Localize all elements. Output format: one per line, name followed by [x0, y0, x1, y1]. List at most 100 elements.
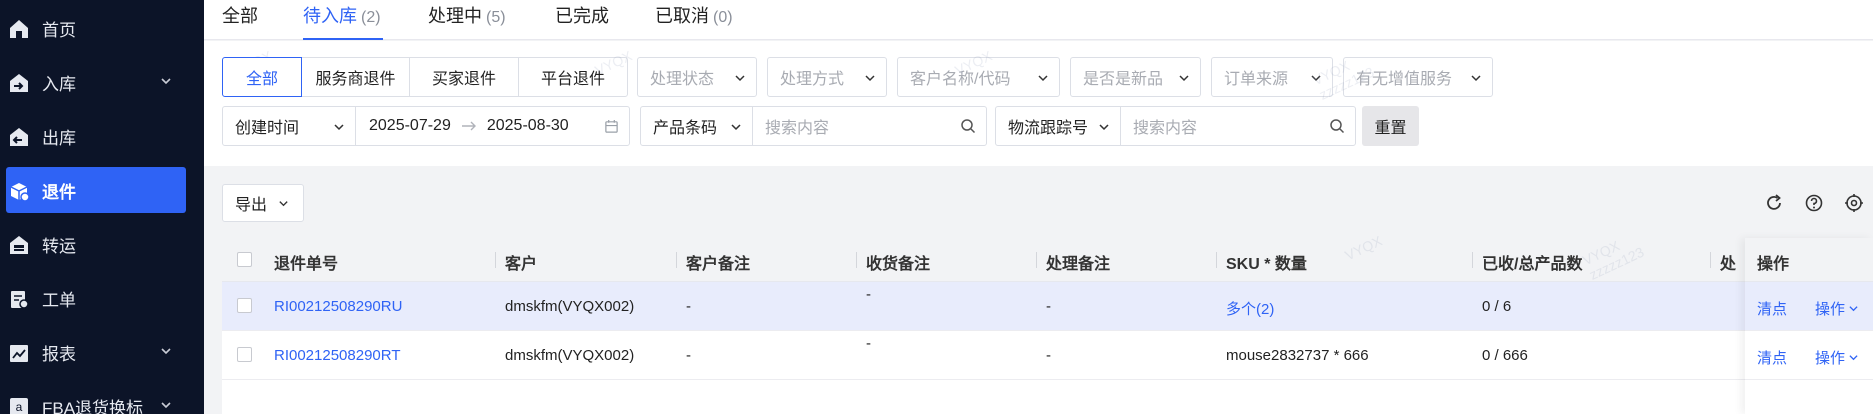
row-checkbox[interactable] — [237, 347, 252, 362]
main-content: 全部 待入库 (2) 处理中 (5) 已完成 已取消 (0) 全部 服务商退件 买家退… — [204, 0, 1873, 414]
sidebar-item-returns[interactable]: 退件 — [6, 167, 186, 213]
tab-all[interactable]: 全部 — [222, 2, 258, 40]
count-button[interactable]: 清点 — [1757, 347, 1787, 368]
operations-dropdown[interactable]: 操作 — [1815, 347, 1858, 368]
segment-label: 买家退件 — [431, 71, 496, 88]
sidebar-item-home[interactable]: 首页 — [0, 5, 204, 51]
segment-label: 平台退件 — [540, 71, 605, 88]
sidebar-item-tickets[interactable]: 工单 — [0, 275, 204, 321]
chevron-down-icon — [1179, 75, 1189, 82]
date-type-select[interactable]: 创建时间 — [222, 106, 356, 146]
search-icon[interactable] — [1329, 118, 1345, 134]
received-count-cell: 0 / 666 — [1482, 347, 1528, 364]
date-range-picker[interactable]: 2025-07-29 2025-08-30 — [355, 106, 630, 146]
tab-processing[interactable]: 处理中 (5) — [428, 2, 506, 40]
col-sku-qty[interactable]: SKU * 数量 — [1226, 250, 1307, 274]
status-select[interactable]: 处理状态 — [637, 57, 757, 97]
select-value: 产品条码 — [653, 120, 718, 137]
col-received-total[interactable]: 已收/总产品数 — [1482, 250, 1582, 274]
select-placeholder: 客户名称/代码 — [910, 71, 1011, 88]
operations-dropdown[interactable]: 操作 — [1815, 298, 1858, 319]
dropdown-label: 操作 — [1815, 301, 1846, 318]
sidebar-item-label: 出库 — [42, 128, 76, 148]
segment-label: 服务商退件 — [315, 71, 396, 88]
sku-link[interactable]: 多个(2) — [1226, 298, 1274, 319]
return-no-link[interactable]: RI00212508290RT — [274, 347, 401, 364]
sidebar-item-label: FBA退货换标 — [42, 398, 144, 414]
column-divider — [856, 252, 857, 268]
search-icon[interactable] — [960, 118, 976, 134]
actions-row: 清点 操作 — [1745, 331, 1873, 380]
chevron-down-icon — [1311, 75, 1321, 82]
select-all-checkbox[interactable] — [237, 252, 252, 267]
col-customer[interactable]: 客户 — [505, 250, 537, 274]
process-note-cell: - — [1046, 347, 1051, 364]
return-no-link[interactable]: RI00212508290RU — [274, 298, 402, 315]
tracking-search-input[interactable]: 搜索内容 — [1120, 106, 1356, 146]
customer-cell: dmskfm(VYQX002) — [505, 298, 635, 315]
select-value: 物流跟踪号 — [1008, 120, 1089, 137]
col-customer-note[interactable]: 客户备注 — [686, 250, 750, 274]
help-icon[interactable] — [1804, 193, 1824, 213]
tab-pending[interactable]: 待入库 (2) — [303, 2, 383, 40]
tab-label: 已取消 — [655, 6, 709, 26]
value-added-select[interactable]: 有无增值服务 — [1343, 57, 1493, 97]
receive-note-cell: - — [866, 335, 871, 352]
reset-button[interactable]: 重置 — [1362, 106, 1419, 146]
date-start[interactable]: 2025-07-29 — [369, 117, 451, 135]
return-icon — [10, 183, 30, 202]
type-all-button[interactable]: 全部 — [222, 57, 302, 97]
sidebar-item-outbound[interactable]: 出库 — [0, 113, 204, 159]
status-tabs: 全部 待入库 (2) 处理中 (5) 已完成 已取消 (0) — [204, 0, 1873, 40]
date-end[interactable]: 2025-08-30 — [487, 117, 569, 135]
sidebar-item-reports[interactable]: 报表 — [0, 329, 204, 375]
sidebar-item-fba[interactable]: a FBA退货换标 — [0, 383, 204, 414]
order-source-select[interactable]: 订单来源 — [1211, 57, 1333, 97]
actions-header: 操作 — [1745, 238, 1873, 282]
method-select[interactable]: 处理方式 — [767, 57, 887, 97]
table-row[interactable]: RI00212508290RT dmskfm(VYQX002) - - - mo… — [222, 331, 1873, 380]
search-input[interactable]: 搜索内容 — [752, 106, 987, 146]
count-button[interactable]: 清点 — [1757, 298, 1787, 319]
customer-select[interactable]: 客户名称/代码 — [897, 57, 1060, 97]
new-product-select[interactable]: 是否是新品 — [1070, 57, 1201, 97]
tab-cancelled[interactable]: 已取消 (0) — [655, 2, 733, 40]
table-row[interactable]: RI00212508290RU dmskfm(VYQX002) - - - 多个… — [222, 282, 1873, 331]
col-process-note[interactable]: 处理备注 — [1046, 250, 1110, 274]
sidebar-item-label: 首页 — [42, 20, 76, 40]
tab-label: 已完成 — [555, 6, 609, 26]
type-provider-button[interactable]: 服务商退件 — [301, 57, 410, 97]
column-settings-icon[interactable] — [1844, 193, 1864, 213]
chevron-down-icon — [161, 78, 171, 85]
export-button[interactable]: 导出 — [222, 184, 304, 222]
column-divider — [495, 252, 496, 268]
type-platform-button[interactable]: 平台退件 — [518, 57, 628, 97]
search-field-select[interactable]: 产品条码 — [640, 106, 753, 146]
sidebar-item-transfer[interactable]: 转运 — [0, 221, 204, 267]
col-receive-note[interactable]: 收货备注 — [866, 250, 930, 274]
dropdown-label: 操作 — [1815, 350, 1846, 367]
sidebar: 首页 入库 出库 退件 转运 工单 报表 a FBA退货换标 — [0, 0, 204, 414]
receive-note-cell: - — [866, 286, 871, 303]
col-return-no[interactable]: 退件单号 — [274, 250, 338, 274]
sidebar-item-inbound[interactable]: 入库 — [0, 59, 204, 105]
type-buyer-button[interactable]: 买家退件 — [409, 57, 519, 97]
col-truncated[interactable]: 处 — [1720, 250, 1736, 274]
chevron-down-icon — [161, 348, 171, 355]
tab-completed[interactable]: 已完成 — [555, 2, 609, 40]
column-divider — [1710, 252, 1711, 268]
select-value: 创建时间 — [235, 120, 300, 137]
filter-panel: 全部 服务商退件 买家退件 平台退件 处理状态 处理方式 客户名称/代码 是否是… — [204, 41, 1873, 166]
customer-note-cell: - — [686, 298, 691, 315]
tab-label: 全部 — [222, 6, 258, 26]
button-label: 重置 — [1374, 120, 1407, 137]
returns-table: 退件单号 客户 客户备注 收货备注 处理备注 SKU * 数量 已收/总产品数 … — [222, 238, 1873, 414]
tab-count: (0) — [713, 9, 733, 26]
column-divider — [1216, 252, 1217, 268]
refresh-icon[interactable] — [1764, 193, 1784, 213]
tracking-field-select[interactable]: 物流跟踪号 — [995, 106, 1121, 146]
ticket-icon — [11, 291, 29, 309]
row-checkbox[interactable] — [237, 298, 252, 313]
table-header: 退件单号 客户 客户备注 收货备注 处理备注 SKU * 数量 已收/总产品数 … — [222, 238, 1873, 282]
button-label: 导出 — [235, 197, 268, 214]
